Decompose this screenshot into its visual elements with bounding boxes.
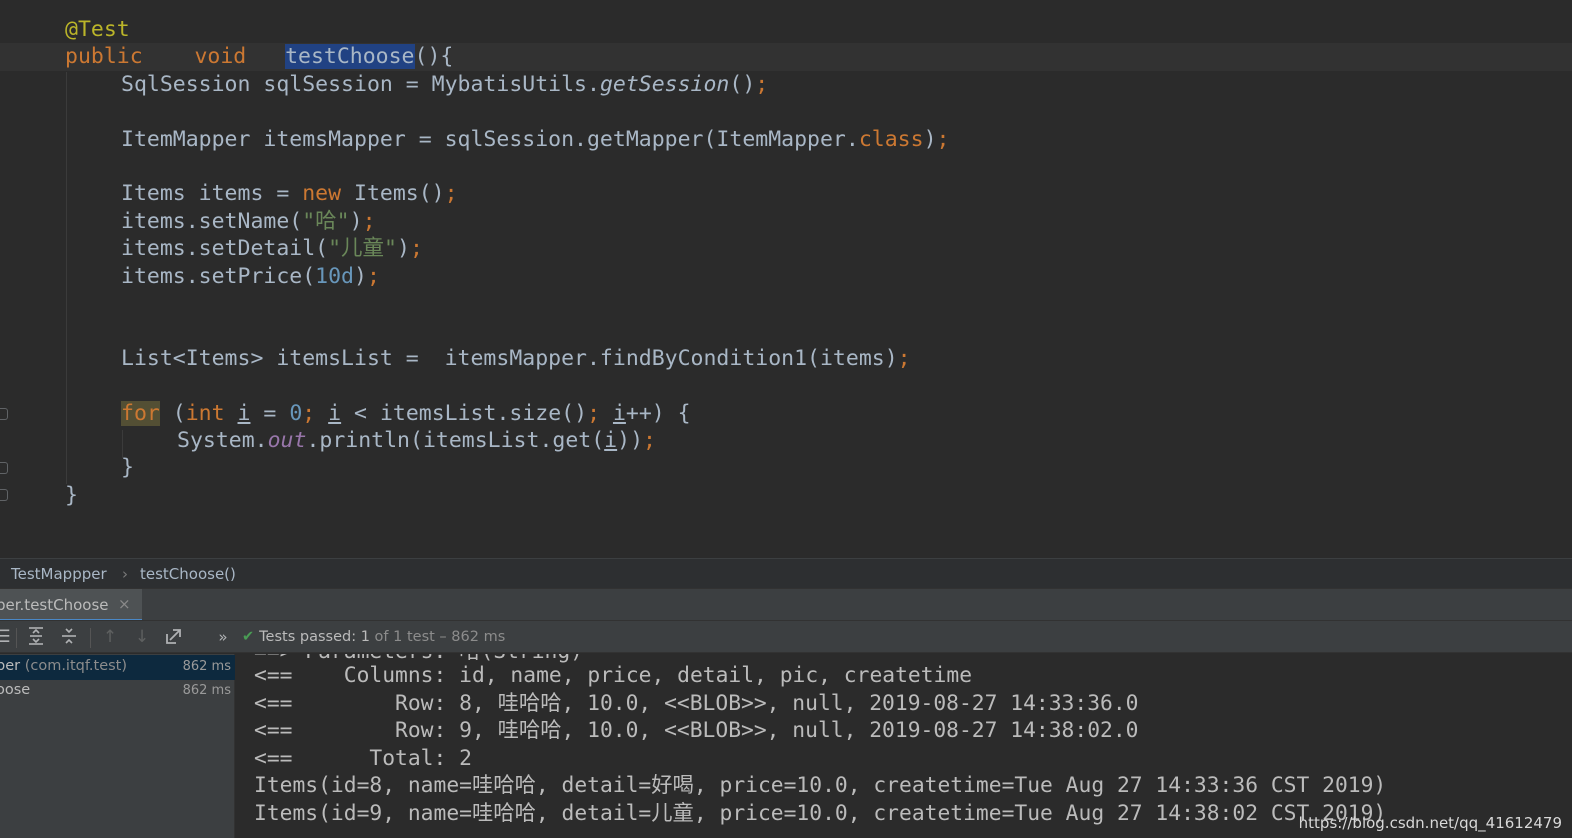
code-line-text: System.out.println(itemsList.get(i)); [177, 428, 656, 453]
collapse-all-icon[interactable] [58, 626, 80, 648]
code-line[interactable]: items.setName("哈"); [0, 208, 1572, 235]
code-line-text: items.setDetail("儿童"); [121, 236, 423, 262]
console-line: <== Row: 8, 哇哈哈, 10.0, <<BLOB>>, null, 2… [254, 690, 1139, 716]
code-line[interactable] [0, 372, 1572, 399]
code-line[interactable]: @Test [0, 16, 1572, 43]
status-count: 1 [360, 629, 370, 645]
code-line[interactable]: System.out.println(itemsList.get(i)); [0, 427, 1572, 454]
status-prefix: Tests passed: [259, 629, 361, 645]
more-icon[interactable]: » [212, 626, 234, 648]
tree-row-package: (com.itqf.test) [20, 658, 128, 674]
code-line[interactable]: } [0, 454, 1572, 481]
breadcrumb: TestMappper › testChoose() [0, 558, 1572, 588]
test-toolbar: ☰ ↑ ↓ » ✔ Tests passed: 1 of 1 test – 862… [0, 620, 1572, 653]
code-line-text: ItemMapper itemsMapper = sqlSession.getM… [121, 126, 950, 152]
breadcrumb-separator: › [122, 565, 128, 583]
console-line: <== Row: 9, 哇哈哈, 10.0, <<BLOB>>, null, 2… [254, 718, 1139, 743]
code-line[interactable]: Items items = new Items(); [0, 180, 1572, 207]
arrow-up-icon[interactable]: ↑ [99, 626, 121, 648]
code-line[interactable] [0, 98, 1572, 125]
code-line[interactable]: ItemMapper itemsMapper = sqlSession.getM… [0, 126, 1572, 153]
breadcrumb-class[interactable]: TestMappper [11, 565, 107, 583]
status-suffix: of 1 test – 862 ms [369, 629, 506, 645]
expand-all-icon[interactable] [25, 626, 47, 648]
tree-row-name: oose [0, 682, 31, 698]
code-line[interactable]: List<Items> itemsList = itemsMapper.find… [0, 345, 1572, 372]
code-line-text: List<Items> itemsList = itemsMapper.find… [121, 345, 911, 371]
run-tab-bar: per.testChoose × [0, 588, 1572, 621]
check-icon: ✔ [242, 629, 255, 645]
code-line-text: public void testChoose(){ [65, 44, 454, 70]
code-line-text: @Test [65, 17, 130, 42]
code-editor[interactable]: @Test public void testChoose(){SqlSession… [0, 0, 1572, 558]
code-line-text: items.setPrice(10d); [121, 263, 380, 289]
tree-row-time: 862 ms [182, 659, 231, 674]
code-line-text: Items items = new Items(); [121, 181, 458, 207]
tree-row-method[interactable]: oose 862 ms [0, 679, 235, 704]
code-line[interactable] [0, 317, 1572, 344]
tab-label: per.testChoose [0, 596, 109, 614]
breadcrumb-method[interactable]: testChoose() [140, 565, 236, 583]
code-line[interactable] [0, 153, 1572, 180]
console-line: Items(id=8, name=哇哈哈, detail=好喝, price=1… [254, 773, 1387, 798]
code-line-text: for (int i = 0; i < itemsList.size(); i+… [121, 400, 691, 426]
close-icon[interactable]: × [118, 595, 131, 613]
code-line[interactable]: for (int i = 0; i < itemsList.size(); i+… [0, 400, 1572, 427]
console-line: Items(id=9, name=哇哈哈, detail=儿童, price=1… [254, 800, 1387, 826]
tree-row-class[interactable]: per (com.itqf.test) 862 ms [0, 655, 235, 680]
tab-run-config[interactable]: per.testChoose × [0, 589, 142, 621]
console-output[interactable]: ==> Parameters: 哈(String) <== Columns: i… [236, 654, 1572, 838]
test-status: ✔ Tests passed: 1 of 1 test – 862 ms [242, 629, 505, 645]
code-line[interactable] [0, 290, 1572, 317]
code-line[interactable]: } [0, 482, 1572, 509]
code-line-text: } [65, 482, 78, 508]
arrow-down-icon[interactable]: ↓ [131, 626, 153, 648]
tree-row-name: per [0, 658, 21, 674]
export-icon[interactable] [163, 626, 185, 648]
toolbar-divider [90, 628, 91, 648]
code-line[interactable]: SqlSession sqlSession = MybatisUtils.get… [0, 71, 1572, 98]
test-tree: per (com.itqf.test) 862 ms oose 862 ms [0, 654, 235, 838]
code-line[interactable]: items.setPrice(10d); [0, 263, 1572, 290]
code-line[interactable]: items.setDetail("儿童"); [0, 235, 1572, 262]
code-line-text: items.setName("哈"); [121, 208, 376, 234]
code-line-text: SqlSession sqlSession = MybatisUtils.get… [121, 71, 769, 97]
watermark-text: https://blog.csdn.net/qq_41612479 [1298, 814, 1562, 832]
list-icon[interactable]: ☰ [0, 626, 14, 648]
tree-row-time: 862 ms [182, 683, 231, 698]
console-line: <== Columns: id, name, price, detail, pi… [254, 663, 973, 688]
code-line[interactable]: public void testChoose(){ [0, 43, 1572, 71]
code-line-text: } [121, 455, 134, 481]
console-line: <== Total: 2 [254, 745, 472, 771]
toolbar-divider [16, 628, 17, 648]
